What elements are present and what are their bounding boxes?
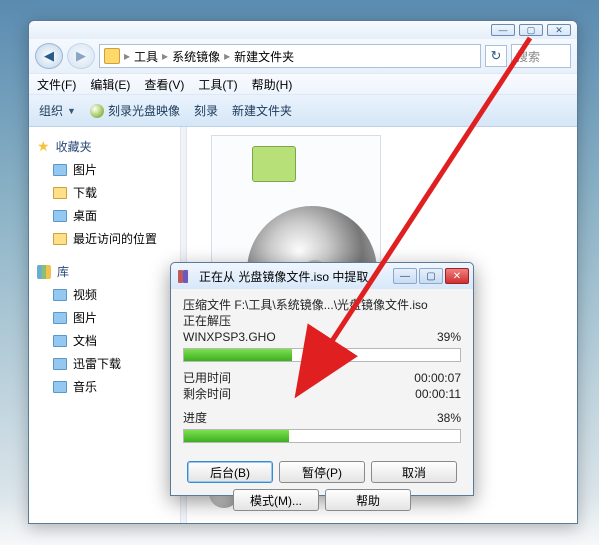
menu-tools[interactable]: 工具(T) xyxy=(198,76,237,93)
breadcrumb-sep-icon: ▸ xyxy=(162,49,168,63)
sidebar-item-label: 桌面 xyxy=(73,207,97,224)
window-titlebar[interactable]: — ▢ ✕ xyxy=(29,21,577,39)
progress-label: 进度 xyxy=(183,410,207,426)
toolbar-label: 刻录光盘映像 xyxy=(108,102,180,119)
sidebar-item-label: 迅雷下载 xyxy=(73,355,121,372)
breadcrumb-seg[interactable]: 工具 xyxy=(134,48,158,65)
sidebar-head-label: 收藏夹 xyxy=(56,138,92,155)
sidebar-item-label: 图片 xyxy=(73,161,97,178)
dialog-maximize-button[interactable]: ▢ xyxy=(419,268,443,284)
folder-icon xyxy=(104,48,120,64)
sidebar-item-pictures[interactable]: 图片 xyxy=(35,158,174,181)
refresh-button[interactable]: ↻ xyxy=(485,45,507,67)
dialog-close-button[interactable]: ✕ xyxy=(445,268,469,284)
sidebar-head-label: 库 xyxy=(57,263,69,280)
search-input[interactable]: 搜索 xyxy=(511,44,571,68)
file-percent: 39% xyxy=(437,329,461,345)
elapsed-value: 00:00:07 xyxy=(414,370,461,386)
star-icon: ★ xyxy=(37,138,50,155)
total-percent: 38% xyxy=(437,410,461,426)
sidebar-item-video[interactable]: 视频 xyxy=(35,283,174,306)
sidebar-item-label: 图片 xyxy=(73,309,97,326)
folder-icon xyxy=(252,146,296,182)
sidebar-item-desktop[interactable]: 桌面 xyxy=(35,204,174,227)
toolbar-label: 组织 xyxy=(39,102,63,119)
breadcrumb-seg[interactable]: 新建文件夹 xyxy=(234,48,294,65)
sidebar-item-documents[interactable]: 文档 xyxy=(35,329,174,352)
chevron-down-icon: ▼ xyxy=(67,106,76,116)
window-maximize-button[interactable]: ▢ xyxy=(519,24,543,36)
winrar-icon xyxy=(177,268,193,284)
breadcrumb-sep-icon: ▸ xyxy=(224,49,230,63)
pause-button[interactable]: 暂停(P) xyxy=(279,461,365,483)
sidebar-item-pictures-lib[interactable]: 图片 xyxy=(35,306,174,329)
folder-icon xyxy=(53,381,67,393)
help-button[interactable]: 帮助 xyxy=(325,489,411,511)
breadcrumb-sep-icon: ▸ xyxy=(124,49,130,63)
elapsed-label: 已用时间 xyxy=(183,370,231,386)
dialog-minimize-button[interactable]: — xyxy=(393,268,417,284)
file-progress-bar xyxy=(183,348,461,362)
toolbar: 组织 ▼ 刻录光盘映像 刻录 新建文件夹 xyxy=(29,95,577,127)
menu-help[interactable]: 帮助(H) xyxy=(252,76,293,93)
disc-icon xyxy=(90,104,104,118)
total-progress-bar xyxy=(183,429,461,443)
menu-edit[interactable]: 编辑(E) xyxy=(90,76,130,93)
address-bar: ◀ ▶ ▸ 工具 ▸ 系统镜像 ▸ 新建文件夹 ↻ 搜索 xyxy=(29,39,577,73)
archive-line: 压缩文件 F:\工具\系统镜像...\光盘镜像文件.iso xyxy=(183,297,461,313)
extract-dialog: 正在从 光盘镜像文件.iso 中提取 — ▢ ✕ 压缩文件 F:\工具\系统镜像… xyxy=(170,262,474,496)
toolbar-burn-image[interactable]: 刻录光盘映像 xyxy=(90,102,180,119)
sidebar-item-downloads[interactable]: 下载 xyxy=(35,181,174,204)
menu-file[interactable]: 文件(F) xyxy=(37,76,76,93)
current-file: WINXPSP3.GHO xyxy=(183,329,276,345)
background-button[interactable]: 后台(B) xyxy=(187,461,273,483)
dialog-titlebar[interactable]: 正在从 光盘镜像文件.iso 中提取 — ▢ ✕ xyxy=(171,263,473,289)
sidebar-favorites-head[interactable]: ★ 收藏夹 xyxy=(35,135,174,158)
sidebar-libraries-head[interactable]: 库 xyxy=(35,260,174,283)
toolbar-new-folder[interactable]: 新建文件夹 xyxy=(232,102,292,119)
folder-icon xyxy=(53,358,67,370)
menubar: 文件(F) 编辑(E) 查看(V) 工具(T) 帮助(H) xyxy=(29,73,577,95)
folder-icon xyxy=(53,187,67,199)
mode-button[interactable]: 模式(M)... xyxy=(233,489,319,511)
window-close-button[interactable]: ✕ xyxy=(547,24,571,36)
folder-icon xyxy=(53,210,67,222)
dialog-title: 正在从 光盘镜像文件.iso 中提取 xyxy=(199,268,387,285)
sidebar-item-recent[interactable]: 最近访问的位置 xyxy=(35,227,174,250)
folder-icon xyxy=(53,312,67,324)
sidebar-item-thunder[interactable]: 迅雷下载 xyxy=(35,352,174,375)
sidebar-item-label: 文档 xyxy=(73,332,97,349)
toolbar-record[interactable]: 刻录 xyxy=(194,102,218,119)
sidebar-item-label: 视频 xyxy=(73,286,97,303)
sidebar: ★ 收藏夹 图片 下载 桌面 最近访问的位置 库 视频 图片 文档 迅雷下载 音… xyxy=(29,127,181,523)
sidebar-item-music[interactable]: 音乐 xyxy=(35,375,174,398)
folder-icon xyxy=(53,289,67,301)
sidebar-item-label: 下载 xyxy=(73,184,97,201)
breadcrumb[interactable]: ▸ 工具 ▸ 系统镜像 ▸ 新建文件夹 xyxy=(99,44,481,68)
remain-label: 剩余时间 xyxy=(183,386,231,402)
menu-view[interactable]: 查看(V) xyxy=(144,76,184,93)
nav-back-button[interactable]: ◀ xyxy=(35,43,63,69)
toolbar-organize[interactable]: 组织 ▼ xyxy=(39,102,76,119)
breadcrumb-seg[interactable]: 系统镜像 xyxy=(172,48,220,65)
remain-value: 00:00:11 xyxy=(415,386,461,402)
sidebar-item-label: 音乐 xyxy=(73,378,97,395)
nav-forward-button[interactable]: ▶ xyxy=(67,43,95,69)
folder-icon xyxy=(53,164,67,176)
folder-icon xyxy=(53,233,67,245)
extracting-label: 正在解压 xyxy=(183,313,461,329)
cancel-button[interactable]: 取消 xyxy=(371,461,457,483)
folder-icon xyxy=(53,335,67,347)
sidebar-item-label: 最近访问的位置 xyxy=(73,230,157,247)
window-minimize-button[interactable]: — xyxy=(491,24,515,36)
libraries-icon xyxy=(37,265,51,279)
search-placeholder: 搜索 xyxy=(516,48,540,65)
